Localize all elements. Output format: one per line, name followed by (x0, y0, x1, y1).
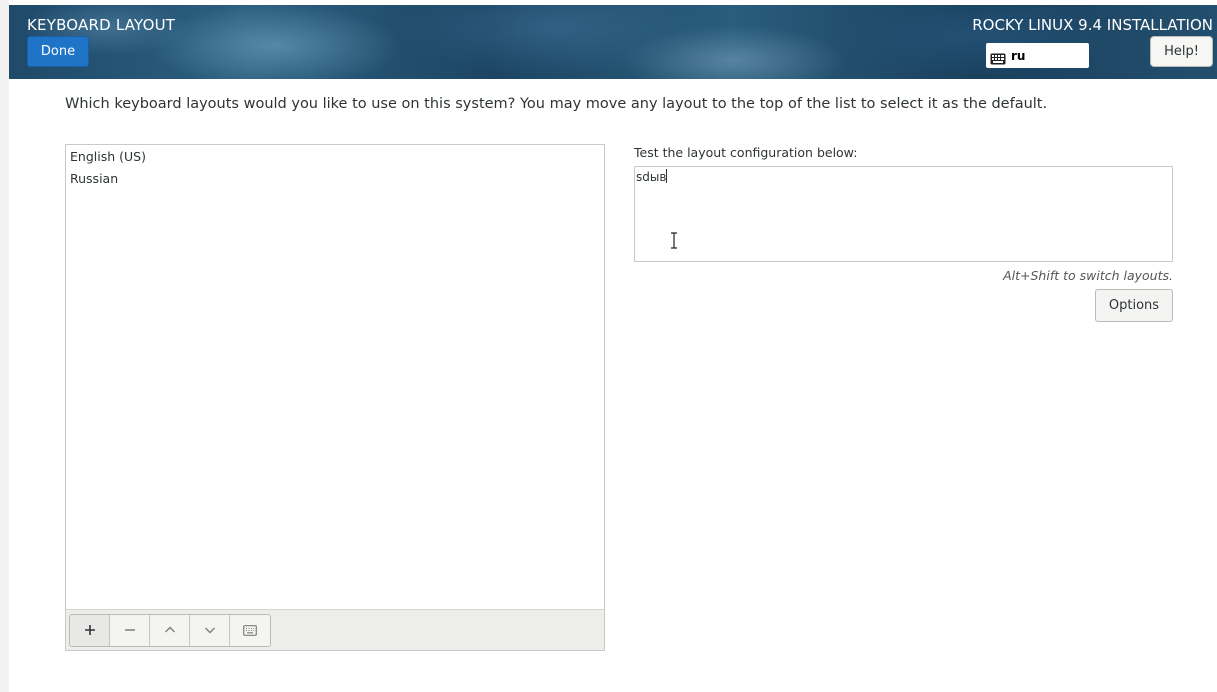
chevron-down-icon (204, 621, 216, 640)
done-button[interactable]: Done (27, 36, 89, 67)
keyboard-layout-indicator[interactable]: ru (986, 43, 1089, 68)
switch-layouts-hint: Alt+Shift to switch layouts. (1003, 268, 1173, 283)
move-up-button[interactable] (150, 615, 190, 646)
list-item[interactable]: English (US) (70, 149, 146, 164)
options-button[interactable]: Options (1095, 289, 1173, 322)
test-layout-input[interactable]: sdыв (634, 166, 1173, 262)
layout-list-toolbar (66, 609, 604, 650)
instructions-text: Which keyboard layouts would you like to… (65, 96, 1048, 112)
keyboard-icon (243, 621, 257, 640)
ibeam-cursor-icon (670, 232, 678, 249)
keyboard-indicator-value: ru (1011, 48, 1026, 63)
test-layout-label: Test the layout configuration below: (634, 145, 858, 160)
layout-list[interactable]: English (US) Russian (65, 144, 605, 651)
text-caret (666, 169, 668, 183)
list-item[interactable]: Russian (70, 171, 118, 186)
minus-icon (124, 621, 136, 640)
plus-icon (84, 621, 96, 640)
remove-layout-button[interactable] (110, 615, 150, 646)
page-title: KEYBOARD LAYOUT (27, 16, 176, 34)
chevron-up-icon (164, 621, 176, 640)
add-layout-button[interactable] (70, 615, 110, 646)
keyboard-icon (990, 50, 1006, 64)
left-edge (0, 0, 9, 692)
help-button[interactable]: Help! (1150, 36, 1213, 67)
test-layout-value: sdыв (636, 170, 667, 184)
preview-layout-button[interactable] (230, 615, 270, 646)
keyboard-layout-screen: KEYBOARD LAYOUT Done ROCKY LINUX 9.4 INS… (0, 0, 1217, 692)
header-banner: KEYBOARD LAYOUT Done ROCKY LINUX 9.4 INS… (9, 5, 1217, 79)
toolbar-button-group (69, 614, 271, 647)
installer-title: ROCKY LINUX 9.4 INSTALLATION (972, 16, 1213, 34)
test-layout-text-wrapper: sdыв (636, 169, 668, 184)
move-down-button[interactable] (190, 615, 230, 646)
